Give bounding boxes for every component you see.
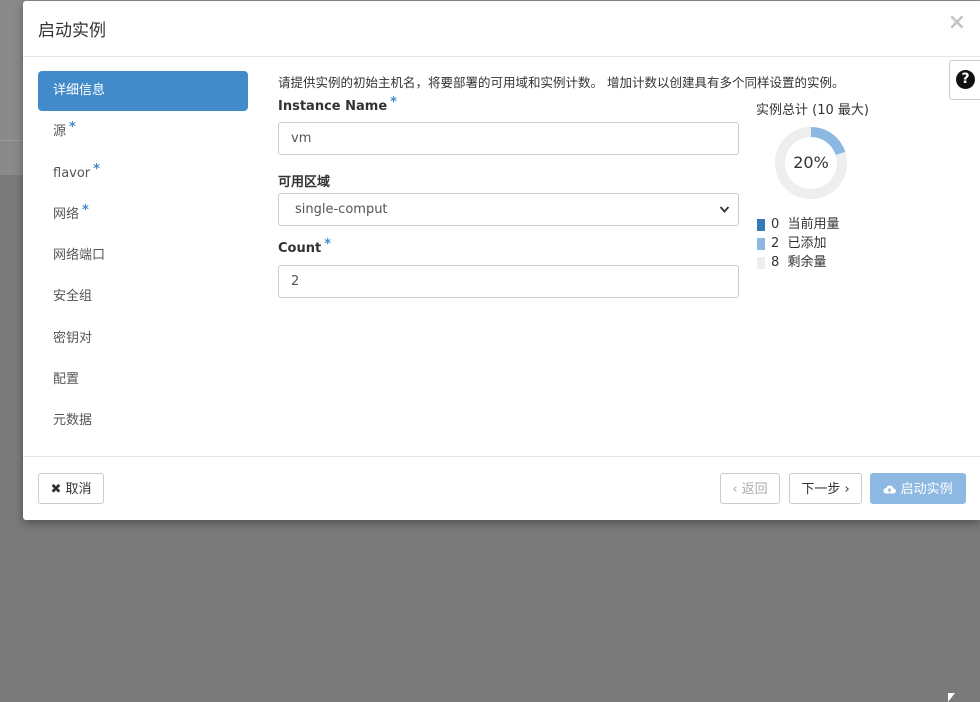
legend-value: 2: [771, 236, 780, 251]
instance-name-label-text: Instance Name: [278, 99, 388, 114]
nav-item-label: 配置: [53, 372, 80, 388]
legend-swatch: [757, 256, 765, 269]
nav-item-source[interactable]: 源 *: [38, 112, 248, 152]
required-marker: *: [324, 237, 332, 252]
zone-select-value: single-comput: [295, 202, 388, 217]
legend-label: 剩余量: [787, 255, 827, 270]
legend-value: 0: [771, 217, 780, 232]
quota-percent-label: 20%: [793, 153, 829, 172]
zone-select[interactable]: single-comput: [278, 193, 739, 226]
form-description: 请提供实例的初始主机名，将要部署的可用域和实例计数。 增加计数以创建具有多个同样…: [278, 75, 845, 90]
donut-added-arc: [810, 127, 846, 156]
nav-item-details[interactable]: 详细信息: [38, 71, 248, 111]
nav-item-flavor[interactable]: flavor *: [38, 154, 248, 194]
nav-item-label: 元数据: [53, 413, 93, 429]
nav-item-security-groups[interactable]: 安全组: [38, 277, 248, 317]
quota-legend: 0 当前用量 2 已添加 8 剩余量: [757, 215, 840, 272]
next-button[interactable]: 下一步 ›: [789, 473, 862, 504]
nav-item-label: 网络端口: [53, 248, 106, 264]
nav-item-label: 源: [53, 124, 67, 140]
help-button[interactable]: ?: [949, 60, 980, 100]
required-marker: *: [82, 202, 89, 218]
nav-item-label: flavor: [53, 165, 91, 181]
required-marker: *: [69, 120, 76, 136]
close-icon[interactable]: ×: [948, 10, 966, 35]
quota-title: 实例总计 (10 最大): [756, 103, 869, 118]
nav-item-metadata[interactable]: 元数据: [38, 401, 248, 441]
count-input[interactable]: 2: [278, 265, 739, 298]
count-label-text: Count: [278, 241, 322, 256]
legend-item-current-usage: 0 当前用量: [757, 215, 840, 234]
modal-footer: ✖ 取消 ‹ 返回 下一步 › 启动实例: [23, 456, 980, 521]
legend-swatch: [757, 218, 765, 231]
nav-item-key-pair[interactable]: 密钥对: [38, 319, 248, 359]
required-marker: *: [93, 161, 100, 177]
nav-item-network-ports[interactable]: 网络端口: [38, 236, 248, 276]
legend-label: 当前用量: [787, 217, 840, 232]
legend-swatch: [757, 237, 765, 250]
cancel-button[interactable]: ✖ 取消: [38, 473, 104, 504]
legend-label: 已添加: [787, 236, 827, 251]
zone-label: 可用区域: [278, 175, 331, 190]
back-button[interactable]: ‹ 返回: [720, 473, 780, 504]
nav-item-label: 详细信息: [53, 83, 106, 98]
launch-instance-label: 启动实例: [900, 482, 953, 497]
modal-title: 启动实例: [38, 21, 106, 41]
instance-name-label: Instance Name *: [278, 95, 397, 114]
required-marker: *: [390, 95, 397, 110]
launch-instance-button[interactable]: 启动实例: [870, 473, 966, 504]
legend-item-added: 2 已添加: [757, 234, 840, 253]
cloud-upload-icon: [883, 485, 897, 494]
nav-item-label: 密钥对: [53, 330, 93, 346]
legend-item-remaining: 8 剩余量: [757, 253, 840, 272]
nav-item-label: 安全组: [53, 289, 93, 305]
count-label: Count *: [278, 237, 331, 256]
wizard-nav: 详细信息 源 * flavor * 网络 * 网络端口 安全组 密钥对 配置 元数据: [38, 71, 248, 443]
nav-item-label: 网络: [53, 206, 80, 222]
question-icon: ?: [956, 70, 975, 89]
background-divider: [0, 140, 24, 141]
chevron-down-icon: [719, 194, 730, 237]
launch-instance-modal: 启动实例 × ? 详细信息 源 * flavor * 网络 * 网络端口 安全组 密钥…: [23, 1, 980, 520]
instance-name-input[interactable]: vm: [278, 122, 739, 155]
modal-header: 启动实例 ×: [23, 1, 980, 57]
nav-item-configuration[interactable]: 配置: [38, 360, 248, 400]
legend-value: 8: [771, 255, 780, 270]
nav-item-network[interactable]: 网络 *: [38, 195, 248, 235]
